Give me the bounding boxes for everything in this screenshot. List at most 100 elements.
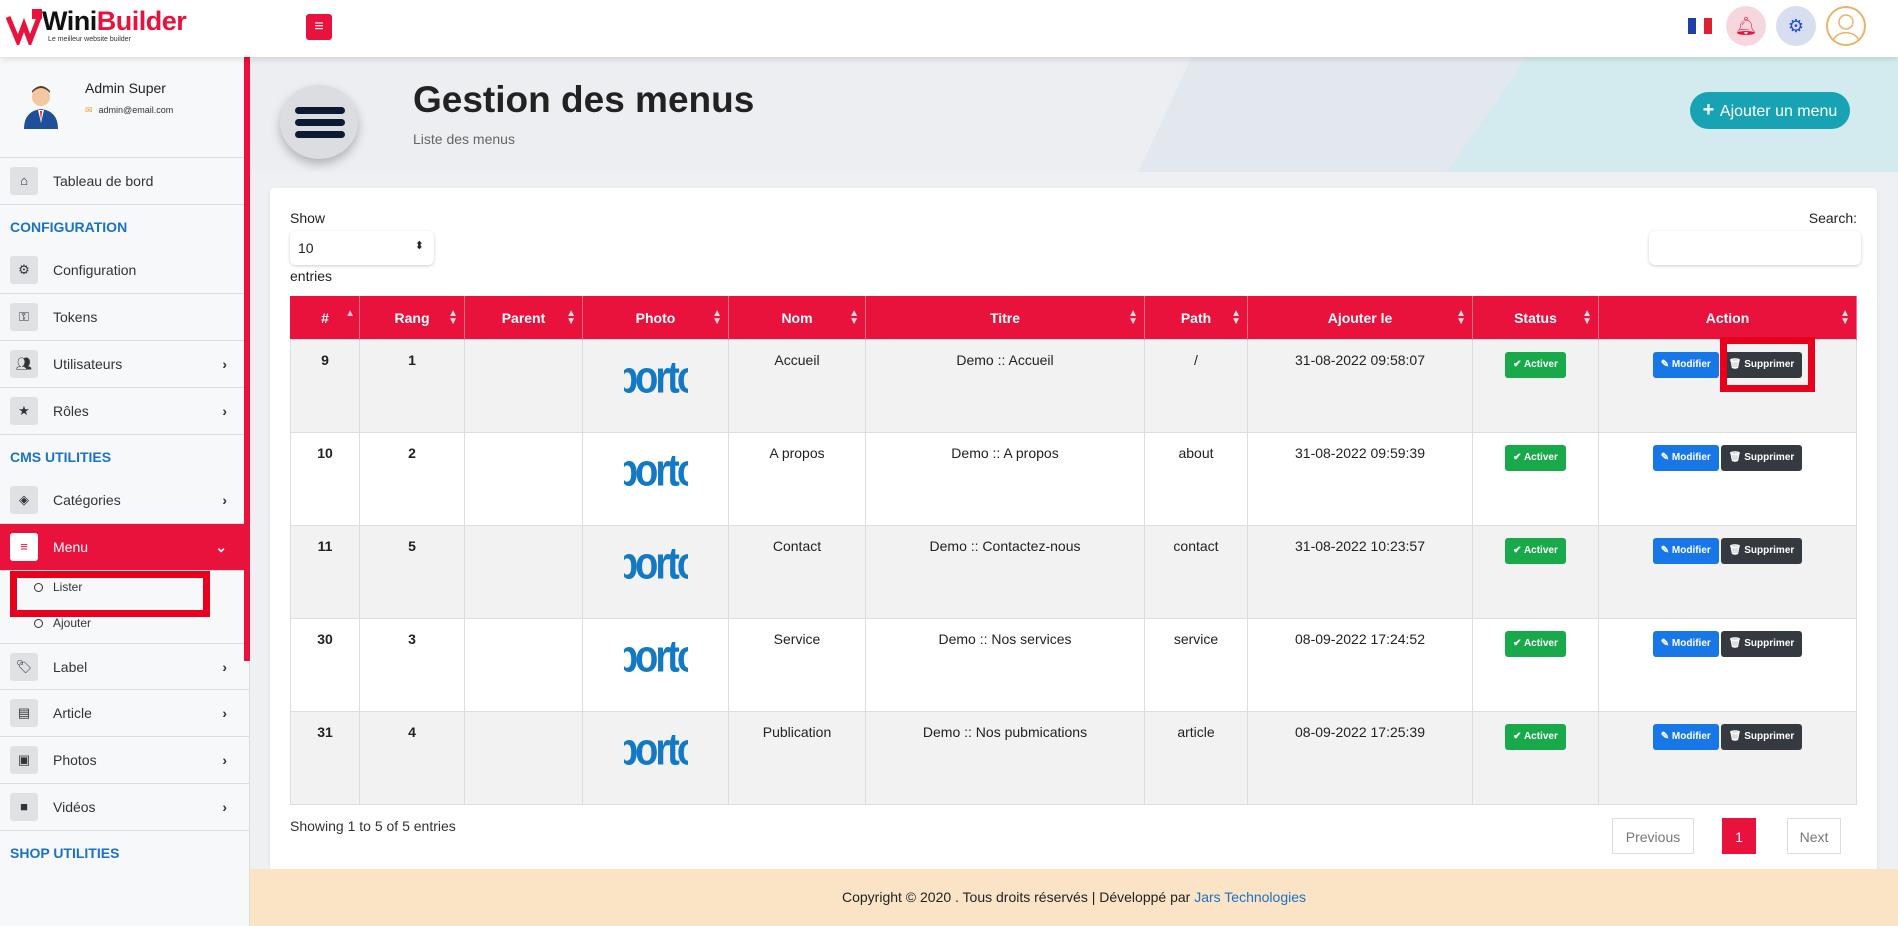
cell-parent	[464, 525, 583, 619]
article-icon: ▤	[10, 699, 38, 727]
menus-table: # ▲ Rang ▲ ▼ Parent ▲ ▼ Photo ▲ ▼ Nom ▲ ▼ Titre ▲ ▼…	[290, 296, 1857, 805]
page-header: Gestion des menus Liste des menus + Ajou…	[250, 57, 1898, 172]
home-icon: ⌂	[10, 167, 38, 195]
cell-date: 31-08-2022 09:58:07	[1247, 339, 1473, 433]
footer: Copyright © 2020 . Tous droits réservés …	[250, 869, 1898, 926]
delete-button[interactable]: 🗑︎ Supprimer	[1720, 445, 1803, 471]
user-menu-button[interactable]	[1826, 6, 1866, 46]
sidebar-item-article[interactable]: ▤ Article ›	[0, 690, 249, 737]
circle-icon	[34, 619, 43, 628]
cell-status: ✔ Activer	[1472, 525, 1599, 619]
col-header-date[interactable]: Ajouter le ▲ ▼	[1247, 296, 1473, 340]
table-row: 9 1 porto Accueil Demo :: Accueil / 31-0…	[290, 339, 1857, 433]
delete-button[interactable]: 🗑︎ Supprimer	[1720, 631, 1803, 657]
language-flag-icon[interactable]	[1688, 18, 1712, 34]
modify-button[interactable]: ✎ Modifier	[1652, 538, 1719, 564]
sidebar-item-tokens[interactable]: ⚿ Tokens	[0, 294, 249, 341]
cell-titre: Demo :: Contactez-nous	[865, 525, 1145, 619]
sidebar-item-label: Rôles	[53, 403, 89, 419]
modify-button[interactable]: ✎ Modifier	[1652, 352, 1719, 378]
sidebar-item-roles[interactable]: ★ Rôles ›	[0, 388, 249, 435]
cell-photo: porto	[582, 339, 729, 433]
cell-id: 30	[290, 618, 360, 712]
sidebar-item-label: Label	[53, 658, 88, 675]
cell-photo: porto	[582, 432, 729, 526]
cell-parent	[464, 432, 583, 526]
sidebar-subitem-label: Ajouter	[53, 616, 92, 630]
activate-button[interactable]: ✔ Activer	[1505, 538, 1566, 564]
modify-button[interactable]: ✎ Modifier	[1652, 445, 1719, 471]
activate-button[interactable]: ✔ Activer	[1505, 724, 1566, 750]
sidebar-item-photos[interactable]: ▣ Photos ›	[0, 737, 249, 784]
key-icon: ⚿	[10, 303, 38, 331]
cell-date: 31-08-2022 09:59:39	[1247, 432, 1473, 526]
col-header-nom[interactable]: Nom ▲ ▼	[728, 296, 866, 340]
cell-action: ✎ Modifier 🗑︎ Supprimer	[1598, 432, 1857, 526]
sidebar-item-utilisateurs[interactable]: 👥︎ Utilisateurs ›	[0, 341, 249, 388]
modify-button[interactable]: ✎ Modifier	[1652, 724, 1719, 750]
chevron-right-icon: ›	[222, 658, 227, 675]
sidebar-item-configuration[interactable]: ⚙ Configuration	[0, 247, 249, 294]
section-shop-utilities: SHOP UTILITIES	[10, 845, 120, 861]
gear-icon: ⚙	[1787, 16, 1805, 36]
col-header-id[interactable]: # ▲	[290, 296, 360, 340]
porto-logo-image: porto	[624, 732, 688, 772]
sidebar-item-label-menu[interactable]: 🏷︎ Label ›	[0, 643, 249, 690]
sidebar-item-categories[interactable]: ◈ Catégories ›	[0, 477, 249, 524]
cell-photo: porto	[582, 525, 729, 619]
activate-button[interactable]: ✔ Activer	[1505, 631, 1566, 657]
col-header-photo[interactable]: Photo ▲ ▼	[582, 296, 729, 340]
sidebar-item-label: Tableau de bord	[53, 173, 154, 189]
delete-button[interactable]: 🗑︎ Supprimer	[1720, 538, 1803, 564]
svg-text:porto: porto	[624, 732, 688, 772]
col-header-titre[interactable]: Titre ▲ ▼	[865, 296, 1145, 340]
logo-tagline: Le meilleur website builder	[48, 36, 131, 43]
sidebar-item-menu[interactable]: ≡ Menu ⌄	[0, 524, 249, 571]
cell-titre: Demo :: Nos pubmications	[865, 711, 1145, 805]
cell-id: 31	[290, 711, 360, 805]
delete-button[interactable]: 🗑︎ Supprimer	[1720, 724, 1803, 750]
col-header-rang[interactable]: Rang ▲ ▼	[359, 296, 465, 340]
cell-path: article	[1144, 711, 1248, 805]
svg-text:porto: porto	[624, 360, 688, 400]
modify-button[interactable]: ✎ Modifier	[1652, 631, 1719, 657]
cell-status: ✔ Activer	[1472, 339, 1599, 433]
col-header-parent[interactable]: Parent ▲ ▼	[464, 296, 583, 340]
settings-button[interactable]: ⚙	[1776, 6, 1816, 46]
chevron-down-icon: ⌄	[215, 538, 227, 555]
star-icon: ★	[10, 397, 38, 425]
menu-page-icon	[280, 85, 358, 159]
search-input[interactable]	[1649, 231, 1861, 265]
admin-avatar	[24, 86, 58, 129]
sidebar-item-videos[interactable]: ■ Vidéos ›	[0, 784, 249, 831]
sidebar-scrollbar[interactable]	[244, 57, 250, 661]
activate-button[interactable]: ✔ Activer	[1505, 445, 1566, 471]
cell-path: about	[1144, 432, 1248, 526]
search-label: Search:	[1808, 210, 1857, 226]
pagination-page-1[interactable]: 1	[1722, 818, 1756, 854]
trash-icon: 🗑︎	[1728, 545, 1745, 556]
activate-button[interactable]: ✔ Activer	[1505, 352, 1566, 378]
entries-length-select[interactable]: 10 ⬍	[290, 231, 434, 265]
admin-email: ✉ admin@email.com	[85, 105, 174, 115]
edit-icon: ✎	[1660, 359, 1672, 370]
svg-text:porto: porto	[624, 453, 688, 493]
sidebar-item-label: Menu	[53, 539, 89, 555]
col-header-status[interactable]: Status ▲ ▼	[1472, 296, 1599, 340]
col-header-action[interactable]: Action ▲ ▼	[1598, 296, 1857, 340]
cell-status: ✔ Activer	[1472, 432, 1599, 526]
col-header-path[interactable]: Path ▲ ▼	[1144, 296, 1248, 340]
app-logo[interactable]: WiniBuilder Le meilleur website builder	[6, 5, 187, 45]
cell-parent	[464, 711, 583, 805]
sidebar-toggle-button[interactable]: ≡	[306, 14, 332, 40]
notification-button[interactable]: 🔔︎	[1726, 6, 1766, 46]
sidebar-item-label: Photos	[53, 752, 97, 768]
sidebar-item-dashboard[interactable]: ⌂ Tableau de bord	[0, 158, 249, 205]
sidebar-item-label: Article	[53, 705, 92, 721]
pagination-previous[interactable]: Previous	[1612, 818, 1694, 854]
footer-link[interactable]: Jars Technologies	[1194, 889, 1306, 905]
highlight-box-supprimer	[1720, 337, 1815, 392]
add-menu-button[interactable]: + Ajouter un menu	[1690, 92, 1850, 129]
highlight-box-lister	[10, 571, 210, 617]
pagination-next[interactable]: Next	[1787, 818, 1841, 854]
